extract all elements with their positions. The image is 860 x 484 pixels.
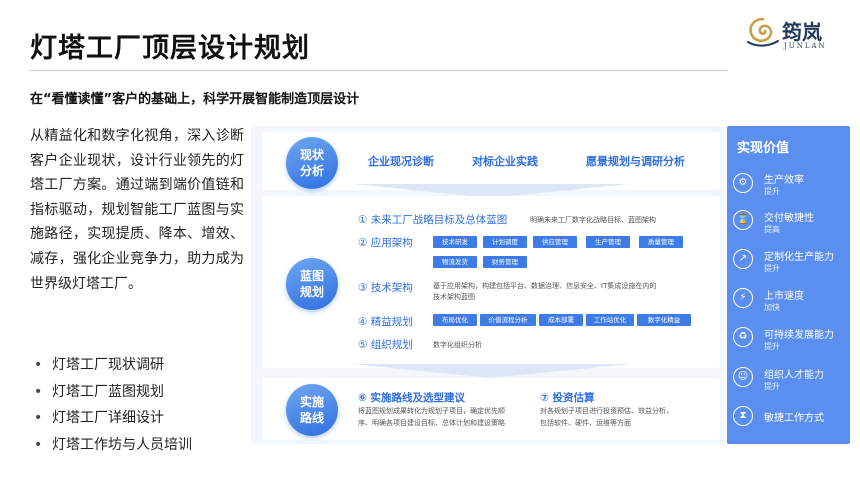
badge-line: 规划 (299, 285, 324, 299)
tag: 财务管理 (483, 256, 527, 268)
speed-icon: ⚡ (733, 288, 753, 308)
list-item: 灯塔工厂蓝图规划 (34, 379, 192, 406)
efficiency-icon: ⚙ (733, 173, 753, 193)
implementation-badge: 实施 路线 (286, 384, 338, 436)
blueprint-row-desc: 数字化组织分析 (433, 341, 482, 349)
logo-english-text: JUNLAN (784, 42, 827, 50)
chart-icon: ↗ (733, 249, 753, 269)
value-item-sub: 提升 (764, 187, 780, 196)
down-chevron-icon (352, 364, 630, 378)
logo-chinese-text: 筠岚 (782, 20, 822, 44)
header-divider (30, 70, 728, 71)
list-item: 灯塔工厂现状调研 (34, 352, 192, 379)
swirl-logo-icon (747, 17, 779, 47)
investment-desc: 对各规划子项目进行投资预估、效益分析， (540, 407, 673, 415)
value-item-title: 可持续发展能力 (764, 330, 834, 341)
analysis-item: 愿景规划与调研分析 (586, 155, 685, 168)
blueprint-row-label: ③ 技术架构 (358, 282, 413, 294)
blueprint-row-label: ① 未来工厂战略目标及总体蓝图 (358, 214, 508, 226)
blueprint-row-label: ② 应用架构 (358, 237, 413, 249)
value-item-sub: 提高 (764, 225, 780, 234)
page-title: 灯塔工厂顶层设计规划 (30, 33, 310, 64)
hourglass-icon: ⌛ (733, 210, 753, 230)
clock-icon: ⧗ (733, 406, 753, 426)
implementation-desc: 序、明确各项目建设目标、总体计划和建设策略 (358, 419, 505, 427)
tag: 生产管理 (586, 236, 630, 248)
value-item-title: 敏捷工作方式 (764, 413, 824, 424)
blueprint-badge: 蓝图 规划 (286, 258, 338, 310)
current-analysis-badge: 现状 分析 (286, 137, 338, 189)
value-item-title: 生产效率 (764, 175, 804, 186)
implementation-title: ⑥ 实施路线及选型建议 (358, 392, 466, 404)
badge-line: 分析 (299, 164, 324, 178)
implementation-desc: 将蓝图规划成果转化为规划子项目，确定优先顺 (358, 407, 505, 415)
tag: 布局优化 (433, 314, 477, 326)
analysis-item: 对标企业实践 (472, 155, 538, 168)
tag: 数字化精益 (637, 314, 691, 326)
blueprint-row-desc: 基于应用架构，构建包括平台、数据治理、信息安全、IT集成设施在内的 (433, 282, 657, 290)
value-panel-title: 实现价值 (737, 141, 790, 156)
leaf-icon: ♻ (733, 327, 753, 347)
badge-line: 现状 (299, 148, 324, 162)
value-item-sub: 提升 (764, 264, 780, 273)
blueprint-row-desc: 技术架构蓝图 (433, 293, 475, 301)
blueprint-row-label: ④ 精益规划 (358, 316, 413, 328)
badge-line: 路线 (299, 411, 324, 425)
value-item-title: 组织人才能力 (764, 370, 824, 381)
tag: 工作站优化 (586, 314, 634, 326)
tag: 质量管理 (639, 236, 683, 248)
value-item-sub: 提升 (764, 342, 780, 351)
subtitle: 在“看懂读懂”客户的基础上，科学开展智能制造顶层设计 (30, 92, 360, 107)
tag: 成本部署 (539, 314, 583, 326)
value-item-sub: 提升 (764, 382, 780, 391)
value-item-title: 交付敏捷性 (764, 213, 814, 224)
people-icon: ☺ (733, 367, 753, 387)
value-item-sub: 加快 (764, 303, 780, 312)
lead-paragraph: 从精益化和数字化视角，深入诊断客户企业现状，设计行业领先的灯塔工厂方案。通过端到… (30, 128, 244, 292)
value-item-title: 上市速度 (764, 291, 804, 302)
list-item: 灯塔工厂详细设计 (34, 405, 192, 432)
badge-line: 蓝图 (299, 269, 324, 283)
tag: 价值流程分析 (480, 314, 536, 326)
blueprint-row-label: ⑤ 组织规划 (358, 339, 413, 351)
tag: 计划调度 (483, 236, 527, 248)
list-item: 灯塔工作坊与人员培训 (34, 432, 192, 459)
tag: 技术研发 (433, 236, 477, 248)
badge-line: 实施 (299, 395, 324, 409)
blueprint-row-desc: 明确未来工厂数字化战略目标、蓝图架构 (530, 216, 656, 224)
service-list: 灯塔工厂现状调研 灯塔工厂蓝图规划 灯塔工厂详细设计 灯塔工作坊与人员培训 (34, 352, 192, 458)
value-item-title: 定制化生产能力 (764, 252, 834, 263)
company-logo: 筠岚 JUNLAN (746, 14, 842, 54)
tag: 物流发货 (433, 256, 477, 268)
investment-title: ⑦ 投资估算 (540, 392, 595, 404)
tag: 供应管理 (533, 236, 577, 248)
investment-desc: 包括软件、硬件、运维等方面 (540, 419, 631, 427)
analysis-item: 企业现况诊断 (368, 155, 434, 168)
